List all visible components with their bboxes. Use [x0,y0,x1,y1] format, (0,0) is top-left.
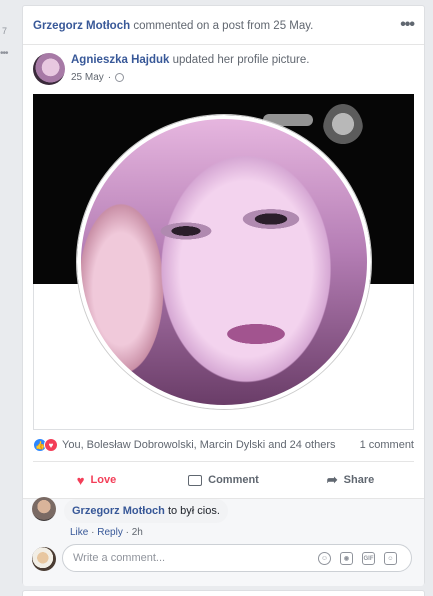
comment-text: to był cios. [167,505,220,517]
heart-icon: ♥ [76,472,85,488]
comment-time[interactable]: 2h [132,527,143,538]
post-author-link[interactable]: Agnieszka Hajduk [71,54,169,66]
actions-divider [33,461,414,462]
cover-figure [323,104,363,154]
emoji-icon[interactable]: ☺ [318,552,331,565]
story-actor-link[interactable]: Grzegorz Motłoch [33,20,130,32]
reactions-bar[interactable]: 👍 ♥ You, Bolesław Dobrowolski, Marcin Dy… [33,438,414,452]
post-actions: ♥ Love Comment ➦ Share [33,468,414,492]
meta-separator: · [107,72,112,83]
comment-reply-link[interactable]: Reply [97,527,123,538]
gutter-more-icon[interactable]: ••• [0,48,8,59]
love-reaction-icon: ♥ [44,438,58,452]
share-label: Share [343,474,375,486]
globe-icon[interactable] [115,73,125,82]
author-avatar[interactable] [33,53,65,85]
post-options-icon[interactable]: ••• [400,16,415,34]
post-author-line: Agnieszka Hajduk updated her profile pic… [71,54,309,66]
composer-icons: ☺ ◉ GIF ☺ [318,552,397,565]
story-header: Grzegorz Motłoch commented on a post fro… [33,20,313,32]
reactions-summary[interactable]: You, Bolesław Dobrowolski, Marcin Dylski… [62,439,336,451]
header-divider [23,44,424,45]
sticker-icon[interactable]: ☺ [384,552,397,565]
gif-icon[interactable]: GIF [362,552,375,565]
post-meta: 25 May · [71,72,125,83]
love-button[interactable]: ♥ Love [33,468,160,492]
gutter-number: 7 [2,26,8,36]
current-user-avatar [32,547,56,571]
comment-author-link[interactable]: Grzegorz Motłoch [72,505,165,517]
next-feed-card [22,590,425,596]
comment-like-link[interactable]: Like [70,527,88,538]
comment-count-link[interactable]: 1 comment [360,439,414,451]
comment-meta-dot: · [125,527,129,538]
share-button[interactable]: ➦ Share [287,468,414,492]
comment-bubble: Grzegorz Motłoch to był cios. [64,499,228,523]
love-label: Love [90,474,117,486]
comment-meta-dot: · [91,527,95,538]
comment-meta: Like · Reply · 2h [70,527,143,538]
comment-label: Comment [208,474,259,486]
share-icon: ➦ [326,472,338,487]
comment-icon [188,474,203,486]
post-date-link[interactable]: 25 May [71,72,104,83]
camera-icon[interactable]: ◉ [340,552,353,565]
story-header-text: commented on a post from 25 May. [133,20,314,32]
commenter-avatar[interactable] [32,497,56,521]
post-action-text: updated her profile picture. [172,54,310,66]
profile-picture[interactable] [77,115,371,409]
comment-button[interactable]: Comment [160,468,287,492]
feed-story-card: Grzegorz Motłoch commented on a post fro… [22,5,425,586]
left-gutter: 7 ••• [0,0,22,596]
